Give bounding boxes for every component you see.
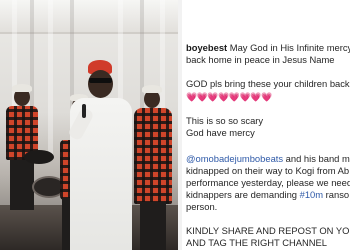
caption-line: kidnappers are demanding #10m ranso [186,189,349,200]
caption-text: AND TAG THE RIGHT CHANNEL [186,237,327,248]
caption-text: ranso [323,189,350,200]
stage-valance [0,0,178,34]
caption-text: KINDLY SHARE AND REPOST ON YOUR [186,225,350,236]
guitar [24,150,54,164]
caption-line: @omobadejumbobeats and his band m [186,153,350,164]
caption-text: God have mercy [186,127,255,138]
caption-text: and his band m [283,153,350,164]
post-photo [0,0,178,250]
drape-fold [48,0,53,160]
hashtag-link[interactable]: #10m [300,189,323,200]
caption-text: performance yesterday, please we need [186,177,350,188]
caption-text: kidnappers are demanding [186,189,300,200]
caption-line: boyebest May God in His Infinite mercy [186,42,350,53]
caption-text: This is so so scary [186,115,264,126]
post-caption: boyebest May God in His Infinite mercy b… [182,0,350,250]
caption-text: back home in peace in Jesus Name [186,54,335,65]
caption-text: person. [186,201,218,212]
caption-text: May God in His Infinite mercy [229,42,350,53]
mention-link[interactable]: @omobadejumbobeats [186,153,283,164]
caption-text: kidnapped on their way to Kogi from Ab [186,165,350,176]
heart-emojis: 💗💗💗💗💗💗💗💗 [186,92,272,102]
sunglasses [89,78,112,83]
username-link[interactable]: boyebest [186,42,227,53]
microphone [82,104,86,118]
caption-text: GOD pls bring these your children back h [186,78,350,89]
